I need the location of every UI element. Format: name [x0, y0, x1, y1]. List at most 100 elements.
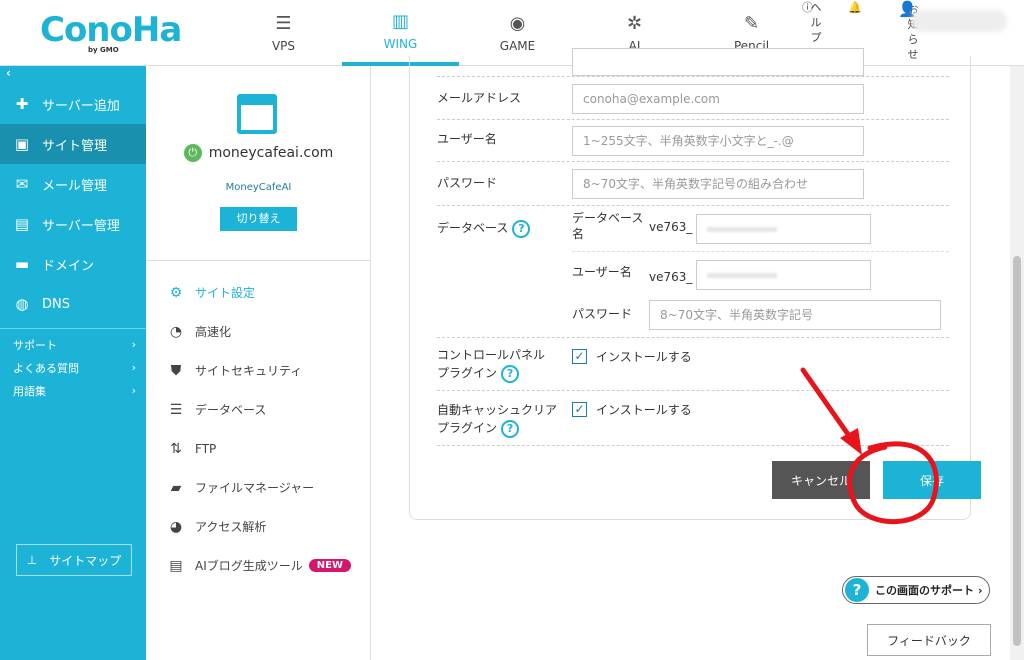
domain-icon: ▬	[14, 255, 30, 273]
cache-plugin-label: 自動キャッシュクリア プラグイン?	[437, 401, 557, 438]
left-sidebar: ‹ ✚ サーバー追加 ▣ サイト管理 ✉ メール管理 ▤ サーバー管理 ▬ ドメ…	[0, 66, 146, 660]
site-window-icon	[237, 94, 277, 134]
db-password-field[interactable]: 8~70文字、半角英数字記号	[649, 300, 941, 330]
site-domain-text: moneycafeai.com	[208, 145, 334, 161]
checkbox-checked-icon: ✓	[572, 349, 587, 364]
top-utilities: ⓘ ヘルプ 🔔 お知らせ	[795, 0, 919, 61]
db-user-prefix: ve763_	[649, 270, 693, 284]
cp-plugin-check-label: インストールする	[596, 350, 692, 364]
menu-site-security[interactable]: ⛊ サイトセキュリティ	[146, 351, 370, 390]
sidebar-item-server-manage[interactable]: ▤ サーバー管理	[0, 204, 146, 244]
menu-ftp[interactable]: ⇅ FTP	[146, 429, 370, 468]
cache-plugin-check-label: インストールする	[596, 403, 692, 417]
cp-plugin-label-line2: プラグイン	[437, 366, 498, 380]
sidebar-link-label: 用語集	[13, 384, 46, 398]
database-label-text: データベース	[437, 221, 509, 235]
shield-icon: ⛊	[170, 362, 182, 379]
pie-chart-icon: ◕	[169, 518, 183, 535]
checkbox-checked-icon: ✓	[572, 402, 587, 417]
question-icon: ?	[845, 578, 869, 602]
database-help-icon[interactable]: ?	[512, 219, 531, 238]
username-field[interactable]: 1~255文字、半角英数字小文字と_-.@	[572, 126, 864, 156]
window-icon: ▣	[14, 135, 30, 153]
collapse-sidebar-icon[interactable]: ‹	[0, 66, 146, 84]
cancel-button[interactable]: キャンセル	[772, 461, 870, 499]
user-name-redacted[interactable]	[912, 10, 1007, 32]
plus-icon: ✚	[15, 95, 29, 113]
cache-plugin-checkbox[interactable]: ✓ インストールする	[572, 401, 692, 418]
menu-label: アクセス解析	[195, 520, 267, 534]
cp-plugin-checkbox[interactable]: ✓ インストールする	[572, 348, 692, 365]
sidebar-item-site-manage[interactable]: ▣ サイト管理	[0, 124, 146, 164]
site-menu: ⚙ サイト設定 ◔ 高速化 ⛊ サイトセキュリティ ☰ データベース ⇅ FTP…	[146, 261, 370, 585]
sidebar-item-label: ドメイン	[42, 258, 95, 274]
site-info: ⏻ moneycafeai.com MoneyCafeAI 切り替え	[146, 66, 370, 261]
row-db-password: パスワード 8~70文字、半角英数字記号	[437, 292, 949, 338]
topnav-wing-label: WING	[383, 37, 418, 51]
sidebar-item-domain[interactable]: ▬ ドメイン	[0, 244, 146, 284]
pencil-doc-icon: ✎	[743, 13, 760, 34]
new-badge: NEW	[308, 559, 351, 572]
conoha-logo[interactable]: ConoHa by GMO	[40, 10, 182, 54]
sidebar-link-faq[interactable]: よくある質問 ›	[0, 356, 146, 379]
switch-site-button[interactable]: 切り替え	[220, 207, 297, 231]
db-name-field[interactable]	[696, 214, 871, 244]
globe-icon: ◍	[15, 295, 29, 313]
sidebar-item-label: サーバー管理	[42, 218, 120, 234]
db-user-label: ユーザー名	[572, 265, 632, 279]
wordpress-install-form: メールアドレス conoha@example.com ユーザー名 1~255文字…	[409, 48, 981, 520]
screen-support-button[interactable]: ? この画面のサポート ›	[842, 576, 990, 604]
menu-label: FTP	[195, 441, 217, 456]
cp-plugin-help-icon[interactable]: ?	[501, 364, 520, 383]
ai-icon: ✲	[626, 13, 643, 34]
help-link[interactable]: ⓘ ヘルプ	[795, 0, 822, 45]
sidebar-item-mail-manage[interactable]: ✉ メール管理	[0, 164, 146, 204]
cp-plugin-label: コントロールパネル プラグイン?	[437, 346, 545, 383]
menu-database[interactable]: ☰ データベース	[146, 390, 370, 429]
site-panel: ⏻ moneycafeai.com MoneyCafeAI 切り替え ⚙ サイト…	[146, 66, 371, 660]
screen-support-label: この画面のサポート	[875, 584, 974, 597]
db-name-label: データベース名	[572, 211, 644, 241]
page-scrollbar[interactable]	[1010, 66, 1024, 660]
password-field[interactable]: 8~70文字、半角英数字記号の組み合わせ	[572, 169, 864, 199]
menu-label: AIブログ生成ツール	[195, 559, 303, 573]
site-settings-icon: ⚙	[169, 284, 183, 301]
notice-link[interactable]: 🔔 お知らせ	[833, 0, 919, 61]
power-icon: ⏻	[183, 144, 202, 162]
menu-site-settings[interactable]: ⚙ サイト設定	[146, 273, 370, 312]
folder-icon: ▰	[170, 479, 182, 496]
building-icon: ▥	[391, 11, 409, 32]
ai-doc-icon: ▤	[169, 557, 183, 574]
db-name-prefix: ve763_	[649, 220, 693, 234]
row-database: データベース名 ve763_	[572, 206, 949, 252]
sitemap-button[interactable]: ⊥ サイトマップ	[16, 544, 132, 576]
stopwatch-icon: ◔	[169, 323, 183, 340]
save-button[interactable]: 保存	[883, 461, 981, 499]
row-email: メールアドレス conoha@example.com	[437, 76, 949, 120]
menu-ai-blog-tool[interactable]: ▤ AIブログ生成ツール NEW	[146, 546, 370, 585]
main-content: メールアドレス conoha@example.com ユーザー名 1~255文字…	[371, 48, 1010, 660]
row-cp-plugin: コントロールパネル プラグイン? ✓ インストールする	[437, 338, 949, 391]
db-user-field[interactable]	[696, 260, 871, 290]
topnav-vps[interactable]: ☰ VPS	[225, 0, 342, 66]
clipped-field[interactable]	[572, 48, 864, 76]
topnav-game-label: GAME	[499, 39, 536, 53]
menu-access-analytics[interactable]: ◕ アクセス解析	[146, 507, 370, 546]
sidebar-item-add-server[interactable]: ✚ サーバー追加	[0, 84, 146, 124]
menu-speedup[interactable]: ◔ 高速化	[146, 312, 370, 351]
sidebar-item-dns[interactable]: ◍ DNS	[0, 284, 146, 324]
menu-file-manager[interactable]: ▰ ファイルマネージャー	[146, 468, 370, 507]
menu-label: サイト設定	[195, 286, 256, 300]
feedback-button[interactable]: フィードバック	[867, 624, 991, 656]
email-field[interactable]: conoha@example.com	[572, 84, 864, 114]
sitemap-icon: ⊥	[26, 553, 38, 567]
menu-label: データベース	[195, 403, 267, 417]
cache-plugin-help-icon[interactable]: ?	[501, 419, 520, 438]
scrollbar-thumb[interactable]	[1013, 256, 1021, 646]
sidebar-link-support[interactable]: サポート ›	[0, 333, 146, 356]
mail-icon: ✉	[15, 175, 29, 193]
chevron-right-icon: ›	[131, 384, 136, 397]
sidebar-item-label: DNS	[42, 296, 70, 312]
sidebar-link-label: サポート	[13, 338, 57, 352]
sidebar-link-glossary[interactable]: 用語集 ›	[0, 379, 146, 402]
